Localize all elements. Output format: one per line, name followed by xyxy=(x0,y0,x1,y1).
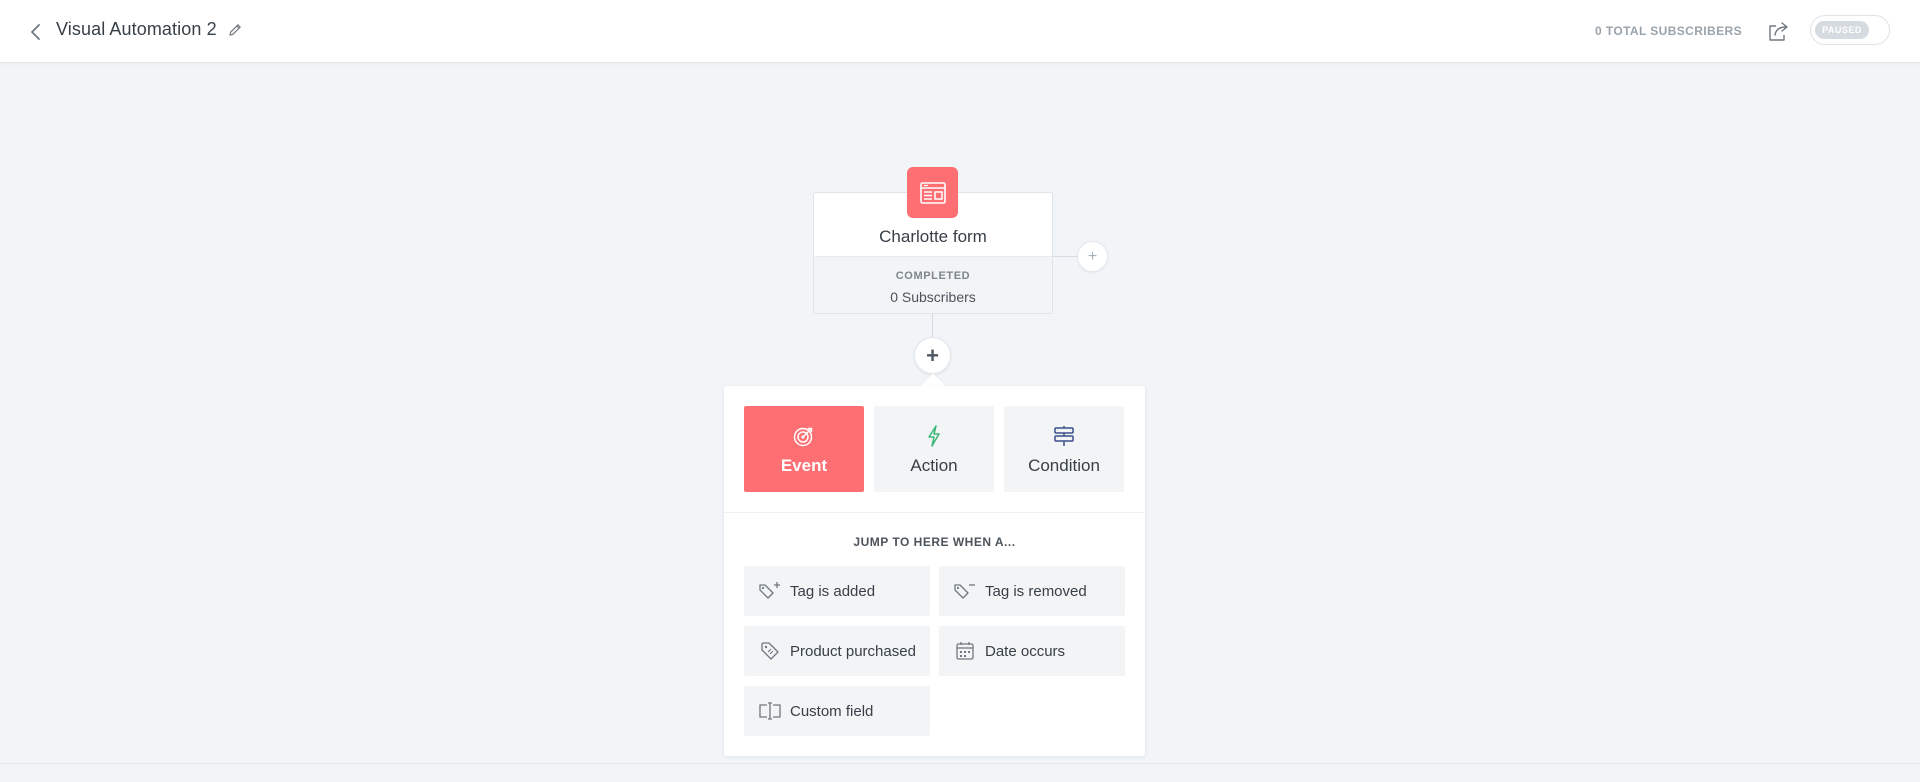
tab-action-label: Action xyxy=(910,456,958,475)
form-node-status: COMPLETED xyxy=(895,270,971,282)
option-product-purchased[interactable]: Product purchased xyxy=(744,626,930,676)
panel-divider xyxy=(724,512,1145,513)
form-node-badge xyxy=(907,167,958,218)
form-node-stats: COMPLETED 0 Subscribers xyxy=(814,256,1052,313)
option-label: Custom field xyxy=(790,702,874,720)
tab-event[interactable]: Event xyxy=(744,406,864,492)
total-subscribers: 0 TOTAL SUBSCRIBERS xyxy=(1595,24,1742,38)
option-custom-field[interactable]: Custom field xyxy=(744,686,930,736)
chevron-left-icon xyxy=(31,24,40,40)
signpost-icon xyxy=(1054,426,1074,446)
pencil-icon xyxy=(229,24,241,36)
top-bar: Visual Automation 2 0 TOTAL SUBSCRIBERS … xyxy=(0,0,1920,63)
status-toggle-label: PAUSED xyxy=(1815,21,1869,39)
lightning-icon xyxy=(928,425,940,447)
tag-plus-icon xyxy=(759,582,780,599)
plus-icon: + xyxy=(1087,247,1098,265)
status-toggle[interactable]: PAUSED xyxy=(1810,15,1890,45)
tag-minus-icon xyxy=(954,584,975,599)
option-label: Tag is added xyxy=(790,582,876,600)
tab-condition[interactable]: Condition xyxy=(1004,406,1124,492)
tab-event-label: Event xyxy=(780,456,828,475)
option-date-occurs[interactable]: Date occurs xyxy=(939,626,1125,676)
jump-heading: JUMP TO HERE WHEN A... xyxy=(853,535,1016,549)
calendar-icon xyxy=(956,642,974,660)
plus-icon: + xyxy=(926,342,939,368)
option-tag-added[interactable]: Tag is added xyxy=(744,566,930,616)
option-tag-removed[interactable]: Tag is removed xyxy=(939,566,1125,616)
edit-title-button[interactable] xyxy=(226,21,244,39)
add-step-panel: Event Action Condition JUMP TO HERE WHEN… xyxy=(724,386,1145,756)
option-label: Tag is removed xyxy=(985,582,1087,600)
side-connector-line xyxy=(1052,256,1078,257)
share-icon xyxy=(1769,22,1788,41)
share-button[interactable] xyxy=(1766,19,1792,43)
bottom-bar xyxy=(0,763,1920,782)
target-icon xyxy=(793,427,813,447)
main-connector-line xyxy=(932,314,933,338)
form-node-title: Charlotte form xyxy=(879,227,987,246)
product-tag-icon xyxy=(761,642,779,660)
tab-action[interactable]: Action xyxy=(874,406,994,492)
form-node-subscribers: 0 Subscribers xyxy=(890,289,976,305)
option-label: Product purchased xyxy=(790,642,916,660)
add-step-button[interactable]: + xyxy=(914,337,951,374)
custom-field-icon xyxy=(759,702,781,720)
back-button[interactable] xyxy=(24,20,48,44)
option-label: Date occurs xyxy=(985,642,1066,660)
tab-condition-label: Condition xyxy=(1028,456,1100,475)
form-icon xyxy=(919,181,946,204)
automation-title: Visual Automation 2 xyxy=(56,19,217,39)
add-branch-button[interactable]: + xyxy=(1077,241,1108,272)
